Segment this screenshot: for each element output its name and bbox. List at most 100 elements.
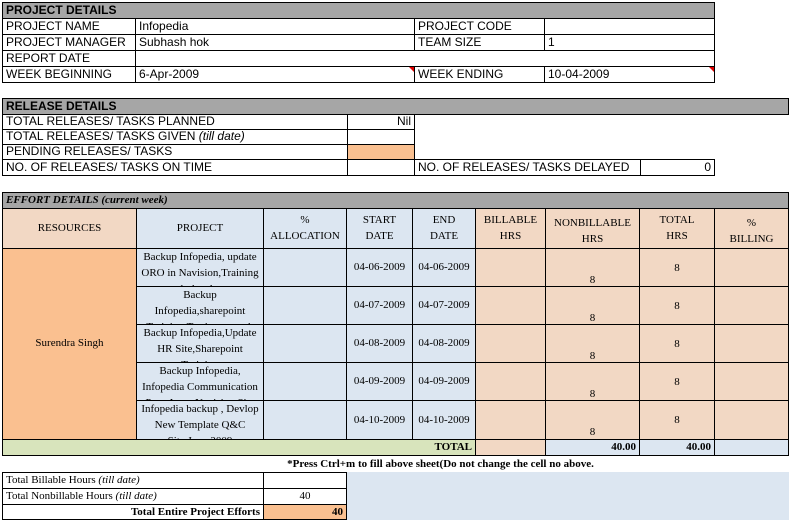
pending-tasks-label: PENDING RELEASES/ TASKS: [2, 144, 348, 160]
total-nonbillable-suffix: (till date): [115, 490, 157, 502]
task-billable-cell[interactable]: [475, 248, 546, 287]
effort-details-header: EFFORT DETAILS (current week): [2, 192, 789, 209]
total-nonbillable-label: Total Nonbillable Hours (till date): [2, 488, 264, 505]
col-billing: % BILLING: [714, 208, 789, 249]
col-project: PROJECT: [136, 208, 264, 249]
week-ending-value[interactable]: 10-04-2009: [544, 66, 715, 83]
col-nonbillable-hrs: NONBILLABLE HRS: [545, 208, 640, 249]
task-allocation-cell[interactable]: [263, 248, 347, 287]
col-end-date: END DATE: [412, 208, 476, 249]
tasks-delayed-value[interactable]: 0: [640, 159, 715, 176]
col-start-date: START DATE: [346, 208, 413, 249]
task-billing-cell[interactable]: [714, 286, 789, 325]
total-efforts-value[interactable]: 40: [263, 504, 347, 520]
week-beginning-label: WEEK BEGINNING: [2, 66, 136, 83]
task-project-cell[interactable]: Backup Infopedia,sharepoint Training,Tes…: [136, 286, 264, 325]
tasks-given-label: TOTAL RELEASES/ TASKS GIVEN (till date): [2, 129, 348, 145]
total-billable-label: Total Billable Hours (till date): [2, 472, 264, 489]
task-project-cell[interactable]: Backup Infopedia, update ORO in Navision…: [136, 248, 264, 287]
task-billing-cell[interactable]: [714, 324, 789, 363]
effort-details-suffix: (current week): [101, 194, 168, 206]
total-hrs-cell[interactable]: 40.00: [639, 439, 715, 456]
task-start-date-cell[interactable]: 04-07-2009: [346, 286, 413, 325]
task-total-cell[interactable]: 8: [639, 400, 715, 440]
total-label: TOTAL: [2, 439, 476, 456]
task-end-date-cell[interactable]: 04-09-2009: [412, 362, 476, 401]
total-nonbillable-text: Total Nonbillable Hours: [6, 490, 113, 502]
task-start-date-cell[interactable]: 04-10-2009: [346, 400, 413, 440]
task-end-date-cell[interactable]: 04-06-2009: [412, 248, 476, 287]
tasks-on-time-value[interactable]: [347, 159, 415, 176]
task-start-date-cell[interactable]: 04-08-2009: [346, 324, 413, 363]
total-billable-suffix: (till date): [98, 474, 140, 486]
task-billing-cell[interactable]: [714, 362, 789, 401]
week-ending-label: WEEK ENDING: [414, 66, 545, 83]
task-start-date-cell[interactable]: 04-06-2009: [346, 248, 413, 287]
task-nonbillable-cell[interactable]: 8: [545, 324, 640, 363]
task-total-cell[interactable]: 8: [639, 362, 715, 401]
task-total-cell[interactable]: 8: [639, 248, 715, 287]
col-resources: RESOURCES: [2, 208, 137, 249]
project-manager-label: PROJECT MANAGER: [2, 34, 136, 51]
task-nonbillable-cell[interactable]: 8: [545, 400, 640, 440]
task-allocation-cell[interactable]: [263, 362, 347, 401]
total-billing-cell[interactable]: [714, 439, 789, 456]
task-project-cell[interactable]: Backup Infopedia,Update HR Site,Sharepoi…: [136, 324, 264, 363]
task-billable-cell[interactable]: [475, 324, 546, 363]
effort-details-title: EFFORT DETAILS: [6, 194, 99, 206]
project-name-value[interactable]: Infopedia: [135, 18, 415, 35]
task-end-date-cell[interactable]: 04-07-2009: [412, 286, 476, 325]
task-billable-cell[interactable]: [475, 400, 546, 440]
tasks-delayed-label: NO. OF RELEASES/ TASKS DELAYED: [414, 159, 641, 176]
task-billing-cell[interactable]: [714, 400, 789, 440]
week-beginning-text: 6-Apr-2009: [139, 67, 200, 81]
total-nonbillable-value[interactable]: 40: [263, 488, 347, 505]
task-end-date-cell[interactable]: 04-08-2009: [412, 324, 476, 363]
project-manager-value[interactable]: Subhash hok: [135, 34, 415, 51]
project-details-header: PROJECT DETAILS: [2, 2, 715, 19]
tasks-planned-value[interactable]: Nil: [347, 114, 415, 130]
release-details-header: RELEASE DETAILS: [2, 98, 789, 115]
task-total-cell[interactable]: 8: [639, 324, 715, 363]
task-nonbillable-cell[interactable]: 8: [545, 286, 640, 325]
tasks-given-text: TOTAL RELEASES/ TASKS GIVEN: [6, 129, 196, 143]
task-end-date-cell[interactable]: 04-10-2009: [412, 400, 476, 440]
instruction-note: *Press Ctrl+m to fill above sheet(Do not…: [2, 456, 789, 473]
resource-name-cell[interactable]: Surendra Singh: [2, 248, 137, 440]
project-code-label: PROJECT CODE: [414, 18, 545, 35]
task-billable-cell[interactable]: [475, 362, 546, 401]
col-billable-hrs: BILLABLE HRS: [475, 208, 546, 249]
task-project-cell[interactable]: Backup Infopedia, Infopedia Communicatio…: [136, 362, 264, 401]
total-billable-value[interactable]: [263, 472, 347, 489]
task-billing-cell[interactable]: [714, 248, 789, 287]
col-total-hrs: TOTAL HRS: [639, 208, 715, 249]
report-date-value[interactable]: [135, 50, 715, 67]
comment-indicator-icon: [709, 67, 714, 72]
task-billable-cell[interactable]: [475, 286, 546, 325]
task-allocation-cell[interactable]: [263, 400, 347, 440]
pending-tasks-value[interactable]: [347, 144, 415, 160]
col-allocation: % ALLOCATION: [263, 208, 347, 249]
project-code-value[interactable]: [544, 18, 715, 35]
tasks-on-time-label: NO. OF RELEASES/ TASKS ON TIME: [2, 159, 348, 176]
team-size-value[interactable]: 1: [544, 34, 715, 51]
task-allocation-cell[interactable]: [263, 286, 347, 325]
tasks-given-value[interactable]: [347, 129, 415, 145]
task-allocation-cell[interactable]: [263, 324, 347, 363]
task-project-cell[interactable]: Infopedia backup , Devlop New Template Q…: [136, 400, 264, 440]
team-size-label: TEAM SIZE: [414, 34, 545, 51]
tasks-given-suffix: (till date): [198, 129, 245, 143]
tasks-planned-label: TOTAL RELEASES/ TASKS PLANNED: [2, 114, 348, 130]
task-nonbillable-cell[interactable]: 8: [545, 248, 640, 287]
task-total-cell[interactable]: 8: [639, 286, 715, 325]
project-name-label: PROJECT NAME: [2, 18, 136, 35]
report-date-label: REPORT DATE: [2, 50, 136, 67]
total-billable-cell[interactable]: [475, 439, 546, 456]
total-billable-text: Total Billable Hours: [6, 474, 96, 486]
total-efforts-label: Total Entire Project Efforts: [2, 504, 264, 520]
week-ending-text: 10-04-2009: [548, 67, 610, 81]
task-start-date-cell[interactable]: 04-09-2009: [346, 362, 413, 401]
task-nonbillable-cell[interactable]: 8: [545, 362, 640, 401]
week-beginning-value[interactable]: 6-Apr-2009: [135, 66, 415, 83]
total-nonbillable-cell[interactable]: 40.00: [545, 439, 640, 456]
